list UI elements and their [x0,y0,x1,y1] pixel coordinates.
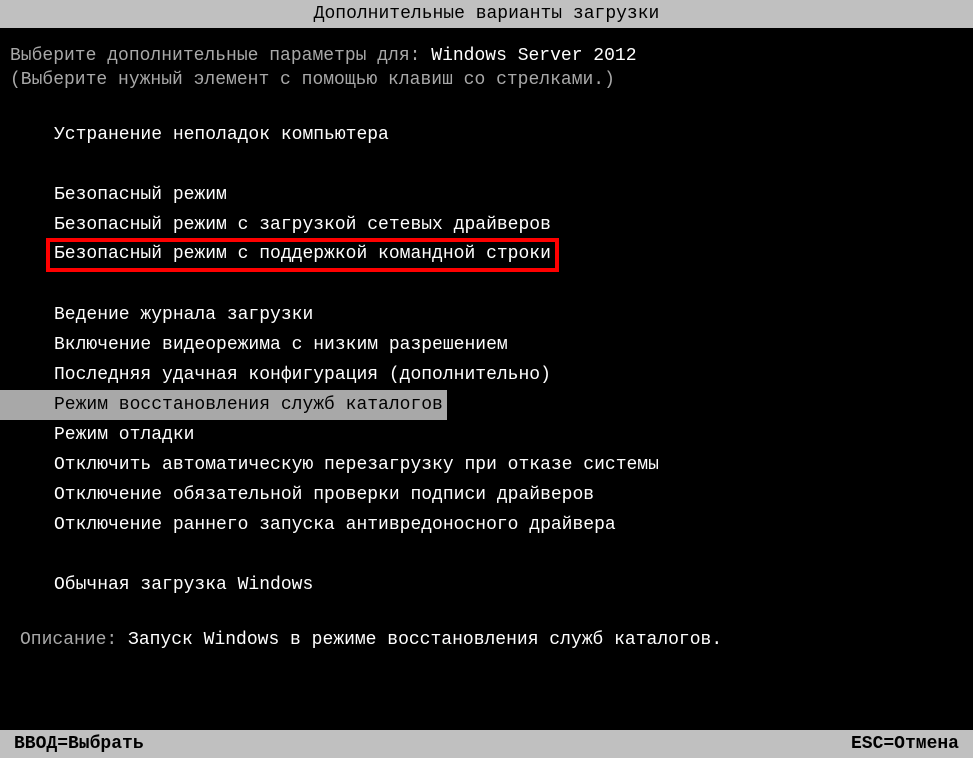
description-section: Описание: Запуск Windows в режиме восста… [10,630,963,650]
option-safe-mode[interactable]: Безопасный режим [54,180,963,210]
option-spacer [54,540,963,570]
option-last-known-good[interactable]: Последняя удачная конфигурация (дополнит… [54,360,963,390]
option-ds-restore-mode[interactable]: Режим восстановления служб каталогов [54,390,963,420]
option-repair-computer[interactable]: Устранение неполадок компьютера [54,120,963,150]
option-debug-mode[interactable]: Режим отладки [54,420,963,450]
prompt-prefix: Выберите дополнительные параметры для: [10,46,431,66]
description-label: Описание: [20,630,128,650]
option-safe-mode-cmd[interactable]: Безопасный режим с поддержкой командной … [54,240,963,270]
option-start-normally[interactable]: Обычная загрузка Windows [54,570,963,600]
footer-esc-hint: ESC=Отмена [851,730,959,758]
prompt-line: Выберите дополнительные параметры для: W… [10,46,963,66]
option-disable-early-antimalware[interactable]: Отключение раннего запуска антивредоносн… [54,510,963,540]
prompt-os: Windows Server 2012 [431,46,636,66]
selected-option-highlight: Режим восстановления служб каталогов [0,390,447,421]
highlighted-annotation-box: Безопасный режим с поддержкой командной … [46,238,559,271]
option-spacer [54,270,963,300]
option-disable-driver-sig[interactable]: Отключение обязательной проверки подписи… [54,480,963,510]
screen-title: Дополнительные варианты загрузки [314,4,660,24]
title-bar: Дополнительные варианты загрузки [0,0,973,28]
option-low-res-video[interactable]: Включение видеорежима с низким разрешени… [54,330,963,360]
option-boot-logging[interactable]: Ведение журнала загрузки [54,300,963,330]
footer-bar: ВВОД=Выбрать ESC=Отмена [0,730,973,758]
option-disable-auto-restart[interactable]: Отключить автоматическую перезагрузку пр… [54,450,963,480]
main-content: Выберите дополнительные параметры для: W… [0,28,973,650]
option-spacer [54,150,963,180]
footer-enter-hint: ВВОД=Выбрать [14,730,144,758]
instruction-line: (Выберите нужный элемент с помощью клави… [10,70,963,90]
description-text: Запуск Windows в режиме восстановления с… [128,630,722,650]
option-safe-mode-networking[interactable]: Безопасный режим с загрузкой сетевых дра… [54,210,963,240]
boot-options-list: Устранение неполадок компьютера Безопасн… [10,120,963,600]
